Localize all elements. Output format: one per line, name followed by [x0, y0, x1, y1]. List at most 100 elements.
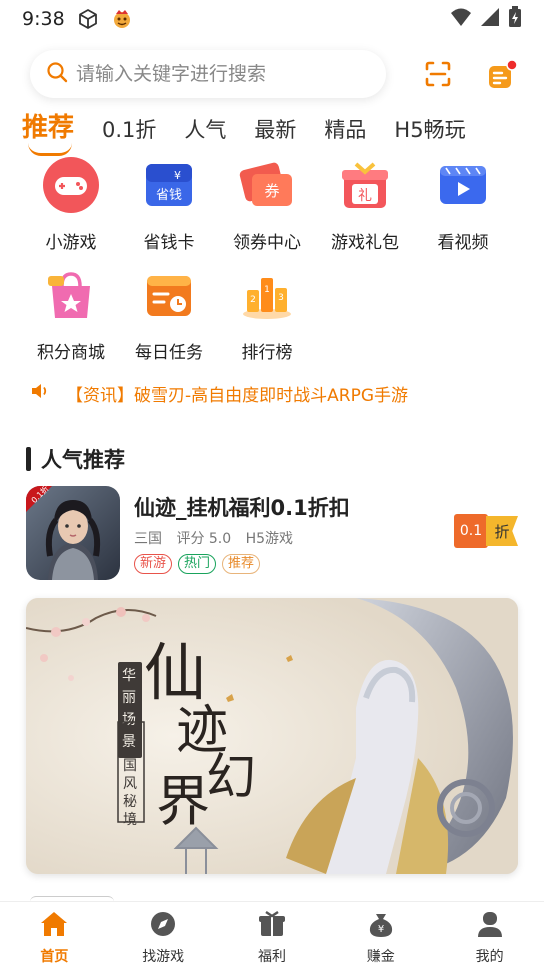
tab-popular[interactable]: 人气: [184, 114, 226, 158]
bottom-nav: 首页 找游戏 福利 ¥ 赚金 我的: [0, 901, 544, 967]
banner-title-char: 幻: [206, 748, 256, 806]
coupon-icon-text: 券: [264, 182, 279, 200]
user-icon: [475, 910, 505, 942]
nav-home[interactable]: 首页: [0, 902, 109, 967]
signal-icon: [480, 7, 500, 32]
banner-artwork: 仙 迹 幻 界 华 丽 场 景 国 风 秘 境: [26, 598, 518, 874]
grid-item-daily-tasks[interactable]: 每日任务: [120, 266, 218, 376]
tab-h5[interactable]: H5畅玩: [394, 114, 465, 158]
tab-discount[interactable]: 0.1折: [102, 114, 156, 158]
app-notification-icon: [111, 8, 133, 30]
category-tabs: 推荐 0.1折 人气 最新 精品 H5畅玩: [22, 108, 532, 158]
money-card-icon: ¥ 省钱: [140, 156, 198, 214]
money-card-icon-text: 省钱: [156, 188, 182, 203]
grid-item-watch-video[interactable]: 看视频: [414, 156, 512, 266]
coupon-icon: 券: [238, 156, 296, 214]
grid-item-gift-pack[interactable]: 礼 游戏礼包: [316, 156, 414, 266]
banner-title-char: 仙: [144, 636, 206, 709]
nav-earn[interactable]: ¥ 赚金: [326, 902, 435, 967]
grid-item-points-mall[interactable]: 积分商城: [22, 266, 120, 376]
game-icon[interactable]: 0.1折: [26, 486, 120, 580]
status-bar: 9:38: [0, 0, 544, 38]
grid-item-label: 小游戏: [45, 233, 97, 253]
game-card[interactable]: 0.1折 仙迹_挂机福利0.1折扣 三国 评分 5.0 H5游戏 新游 热门 推…: [26, 484, 520, 582]
daily-task-icon: [140, 266, 198, 324]
svg-text:场: 场: [122, 712, 136, 728]
battery-icon: [508, 5, 522, 33]
banner-title-char: 界: [156, 770, 210, 833]
gift-pack-icon-text: 礼: [358, 188, 372, 204]
svg-text:境: 境: [123, 812, 137, 828]
news-ticker[interactable]: 【资讯】破雪刃-高自由度即时战斗ARPG手游: [30, 378, 520, 408]
tab-premium[interactable]: 精品: [324, 114, 366, 158]
video-icon: [434, 156, 492, 214]
compass-icon: [148, 910, 178, 942]
scan-icon[interactable]: [424, 60, 452, 92]
svg-text:景: 景: [122, 734, 136, 750]
grid-item-label: 领券中心: [233, 233, 301, 253]
section-title: 人气推荐: [41, 448, 125, 472]
game-rating: 评分 5.0: [176, 531, 232, 547]
game-banner[interactable]: 仙 迹 幻 界 华 丽 场 景 国 风 秘 境: [26, 598, 518, 874]
nav-label: 我的: [475, 949, 504, 965]
grid-item-label: 每日任务: [135, 343, 203, 363]
svg-text:华: 华: [122, 668, 136, 684]
game-tags: 新游 热门 推荐: [134, 554, 261, 574]
nav-label: 首页: [40, 949, 69, 965]
grid-item-label: 游戏礼包: [331, 233, 399, 253]
cube-icon: [77, 8, 99, 30]
game-type: H5游戏: [245, 531, 294, 547]
discount-badge: 0.1 折: [454, 512, 520, 552]
tab-newest[interactable]: 最新: [254, 114, 296, 158]
points-bag-icon: [42, 266, 100, 324]
grid-item-mini-games[interactable]: 小游戏: [22, 156, 120, 266]
tag-hot: 热门: [178, 554, 217, 574]
game-category: 三国: [134, 531, 162, 547]
grid-item-ranking[interactable]: 213 排行榜: [218, 266, 316, 376]
gift-pack-icon: 礼: [336, 156, 394, 214]
grid-item-coupon-center[interactable]: 券 领券中心: [218, 156, 316, 266]
svg-text:风: 风: [123, 776, 137, 792]
section-bar: [26, 447, 31, 471]
search-box[interactable]: [30, 50, 386, 98]
tag-recommend: 推荐: [222, 554, 261, 574]
nav-label: 福利: [257, 949, 286, 965]
game-title[interactable]: 仙迹_挂机福利0.1折扣: [134, 492, 350, 522]
svg-text:¥: ¥: [174, 169, 181, 182]
nav-benefits[interactable]: 福利: [218, 902, 327, 967]
nav-find-games[interactable]: 找游戏: [109, 902, 218, 967]
status-time: 9:38: [22, 8, 65, 30]
discount-value: 0.1: [454, 514, 488, 548]
money-bag-icon: ¥: [366, 910, 396, 942]
svg-text:秘: 秘: [123, 794, 137, 810]
ranking-icon: 213: [238, 266, 296, 324]
grid-item-label: 排行榜: [241, 343, 293, 363]
tab-recommend[interactable]: 推荐: [22, 107, 74, 158]
grid-item-label: 看视频: [437, 233, 489, 253]
game-meta: 三国 评分 5.0 H5游戏: [134, 528, 303, 548]
svg-text:丽: 丽: [122, 690, 136, 706]
svg-text:3: 3: [278, 293, 284, 303]
svg-text:¥: ¥: [378, 924, 384, 935]
speaker-icon: [30, 381, 50, 405]
wifi-icon: [450, 7, 472, 32]
search-row: [30, 50, 520, 98]
search-icon: [46, 61, 68, 87]
nav-label: 找游戏: [142, 949, 185, 965]
section-header: 人气推荐: [26, 444, 125, 474]
news-text[interactable]: 【资讯】破雪刃-高自由度即时战斗ARPG手游: [66, 381, 408, 406]
svg-text:2: 2: [250, 295, 256, 305]
message-icon[interactable]: [486, 58, 520, 96]
function-grid: 小游戏 ¥ 省钱 省钱卡 券 领券中心 礼 游戏礼包 看视频 积分商城 每日任务…: [22, 156, 522, 376]
grid-item-label: 积分商城: [37, 343, 105, 363]
discount-unit: 折: [486, 516, 518, 546]
grid-item-money-card[interactable]: ¥ 省钱 省钱卡: [120, 156, 218, 266]
gamepad-icon: [42, 156, 100, 214]
svg-text:1: 1: [264, 285, 270, 295]
nav-label: 赚金: [366, 949, 395, 965]
nav-me[interactable]: 我的: [435, 902, 544, 967]
search-input[interactable]: [76, 63, 366, 85]
svg-text:国: 国: [123, 758, 137, 774]
tag-new: 新游: [134, 554, 173, 574]
home-icon: [39, 910, 69, 942]
